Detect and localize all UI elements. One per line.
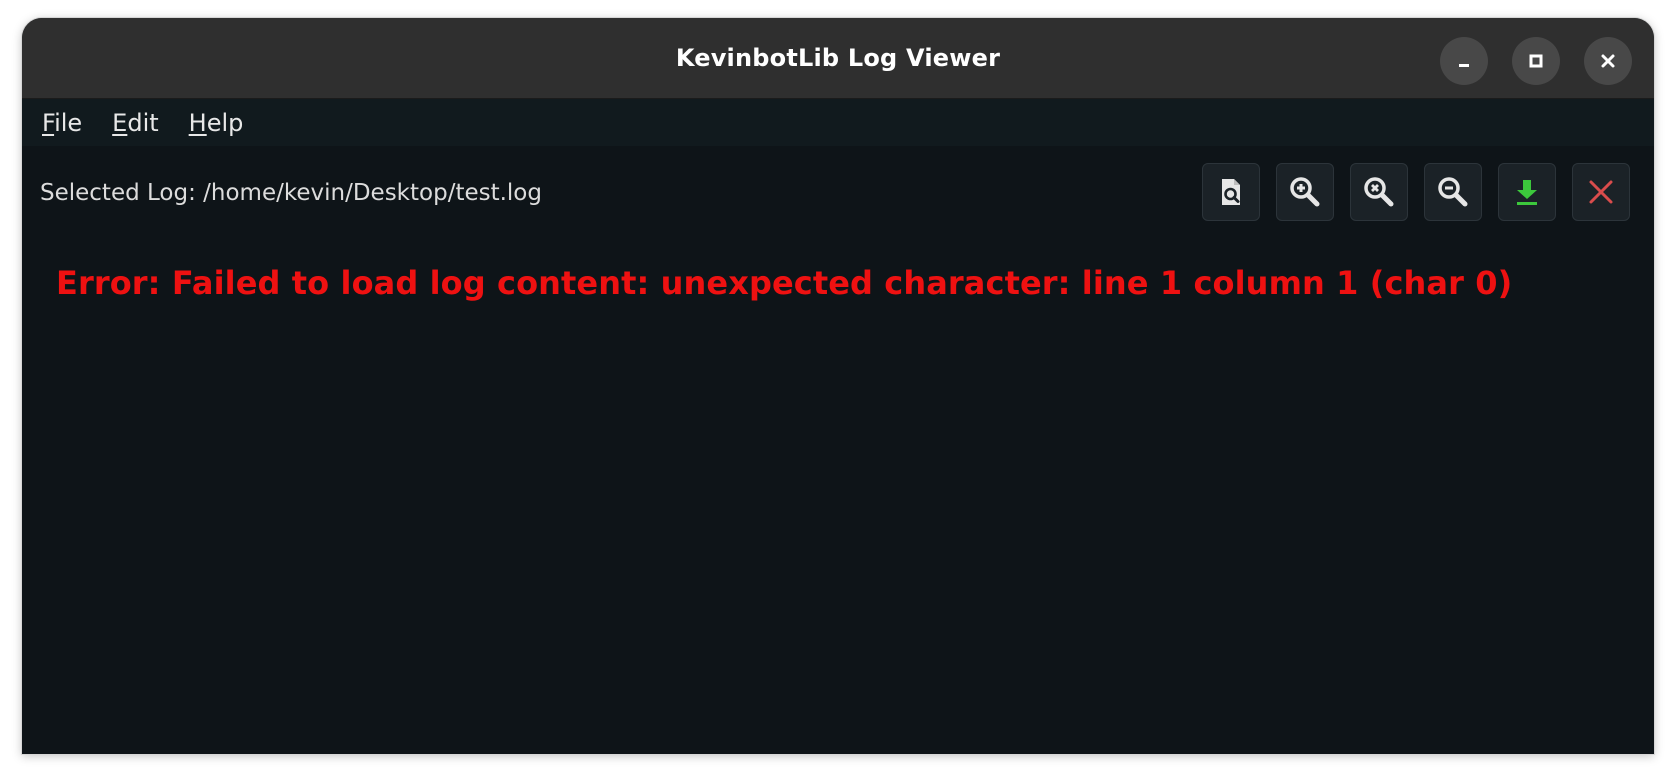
menu-help-mnemonic: H [188,108,207,137]
download-button[interactable] [1498,163,1556,221]
close-log-icon [1589,180,1613,204]
log-view-area: Selected Log: /home/kevin/Desktop/test.l… [22,146,1654,754]
close-log-button[interactable] [1572,163,1630,221]
menu-help[interactable]: Help [189,109,244,137]
menu-edit[interactable]: Edit [112,109,158,137]
zoom-reset-button[interactable] [1350,163,1408,221]
window-controls [1440,37,1632,85]
error-message: Error: Failed to load log content: unexp… [56,264,1513,302]
menu-file-mnemonic: F [42,108,55,137]
close-icon [1601,54,1615,68]
selected-log-label: Selected Log: /home/kevin/Desktop/test.l… [40,180,542,206]
close-window-button[interactable] [1584,37,1632,85]
zoom-in-button[interactable] [1276,163,1334,221]
minimize-button[interactable] [1440,37,1488,85]
download-icon [1517,180,1537,205]
app-window: KevinbotLib Log Viewer File Edit Help Se… [22,18,1654,754]
minimize-icon [1459,64,1469,67]
menu-file-label: ile [54,108,83,137]
zoom-out-icon [1438,177,1468,207]
maximize-icon [1529,54,1543,68]
menu-edit-mnemonic: E [112,108,128,137]
menu-help-label: elp [206,108,244,137]
zoom-reset-icon [1364,177,1394,207]
log-toolbar [1202,163,1630,221]
maximize-button[interactable] [1512,37,1560,85]
window-title: KevinbotLib Log Viewer [675,44,1001,72]
zoom-in-icon [1290,177,1320,207]
menu-edit-label: dit [127,108,159,137]
zoom-out-button[interactable] [1424,163,1482,221]
file-search-icon [1222,179,1240,205]
title-bar[interactable]: KevinbotLib Log Viewer [22,18,1654,99]
open-log-button[interactable] [1202,163,1260,221]
menu-file[interactable]: File [42,109,82,137]
menu-bar: File Edit Help [22,99,1654,146]
